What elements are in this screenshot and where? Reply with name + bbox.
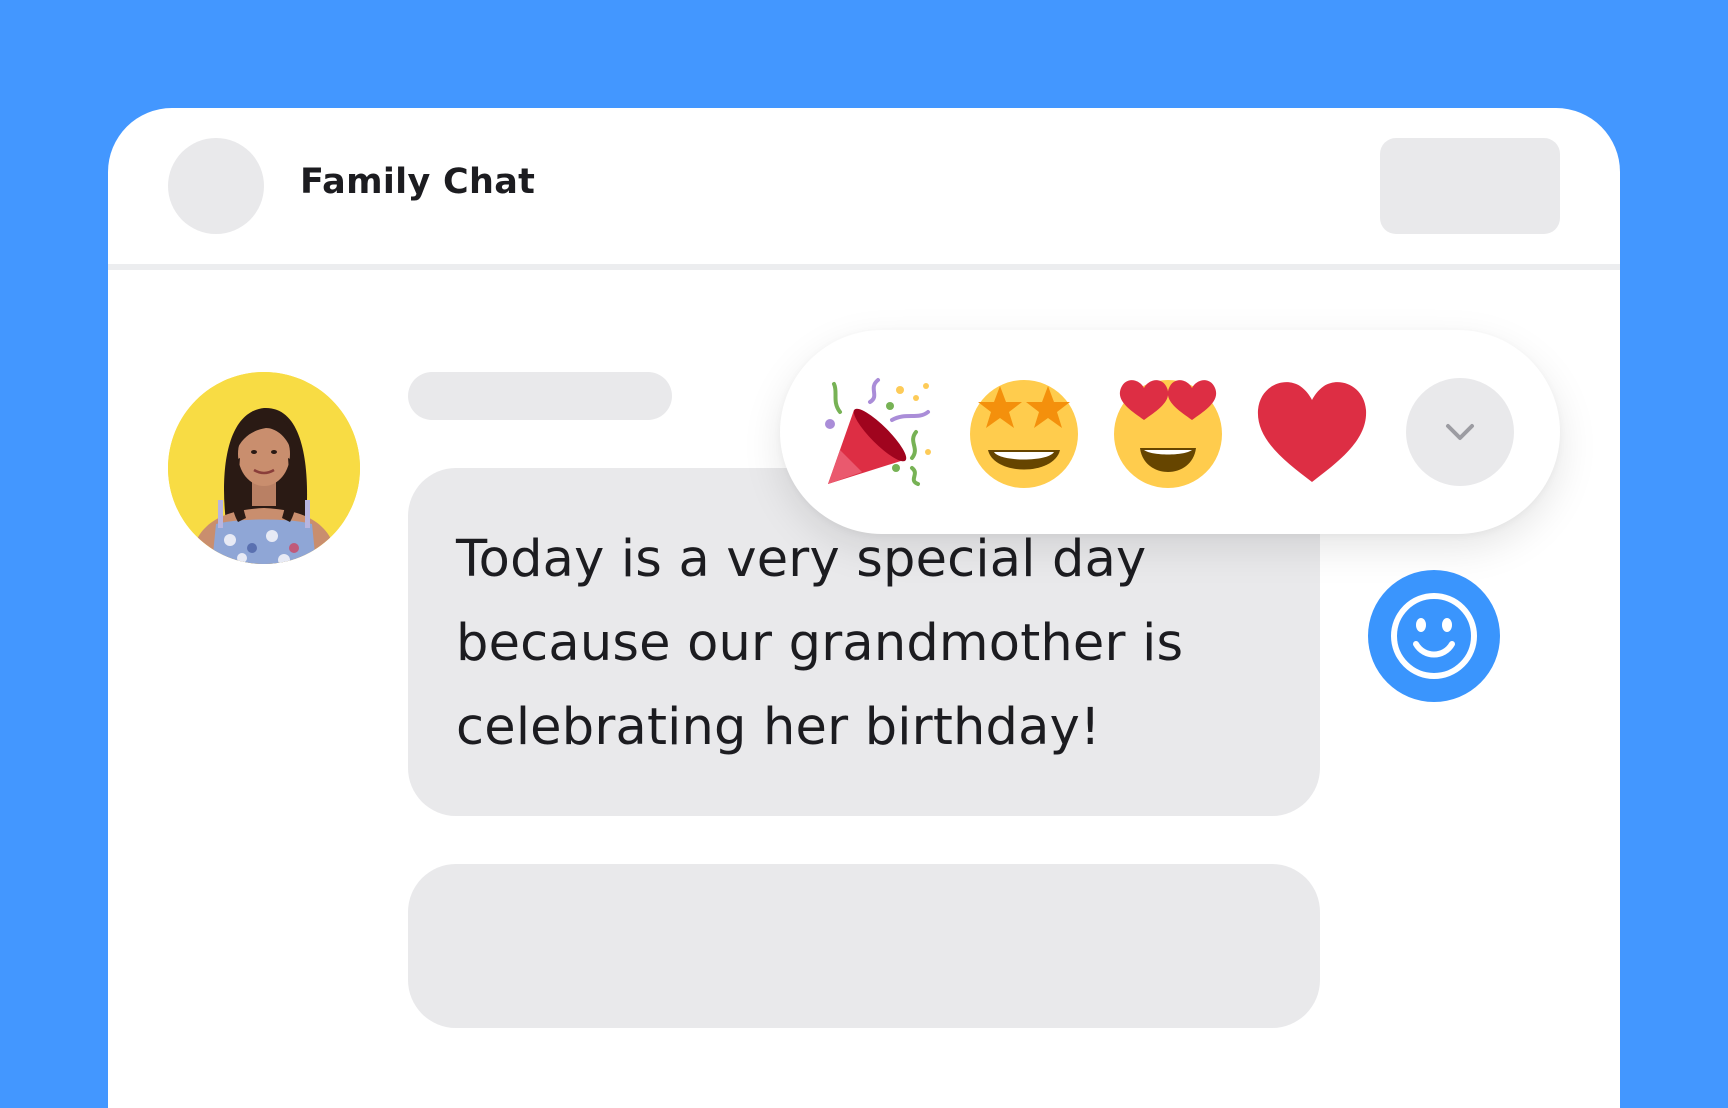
- chat-title: Family Chat: [300, 162, 536, 202]
- smiley-icon: [1391, 593, 1477, 679]
- reaction-red-heart[interactable]: [1252, 372, 1372, 492]
- group-avatar[interactable]: [168, 138, 264, 234]
- more-reactions-button[interactable]: [1406, 378, 1514, 486]
- star-struck-icon: [970, 380, 1078, 488]
- sender-avatar[interactable]: [168, 372, 360, 564]
- chat-window: Family Chat Today is a very special day …: [108, 108, 1620, 1108]
- chevron-down-icon: [1446, 424, 1474, 440]
- add-reaction-button[interactable]: [1368, 570, 1500, 702]
- header-action-button[interactable]: [1380, 138, 1560, 234]
- reaction-heart-eyes[interactable]: [1108, 372, 1228, 492]
- chat-header: Family Chat: [108, 108, 1620, 270]
- heart-eyes-icon: [1114, 380, 1222, 488]
- message-text: Today is a very special day because our …: [456, 530, 1184, 757]
- red-heart-icon: [1257, 382, 1367, 482]
- sender-name-placeholder: [408, 372, 672, 420]
- sender-portrait-icon: [168, 372, 360, 564]
- reaction-picker: [780, 330, 1560, 534]
- party-popper-icon: [825, 378, 931, 486]
- reaction-party-popper[interactable]: [820, 372, 940, 492]
- reaction-star-struck[interactable]: [964, 372, 1084, 492]
- message-bubble-placeholder: [408, 864, 1320, 1028]
